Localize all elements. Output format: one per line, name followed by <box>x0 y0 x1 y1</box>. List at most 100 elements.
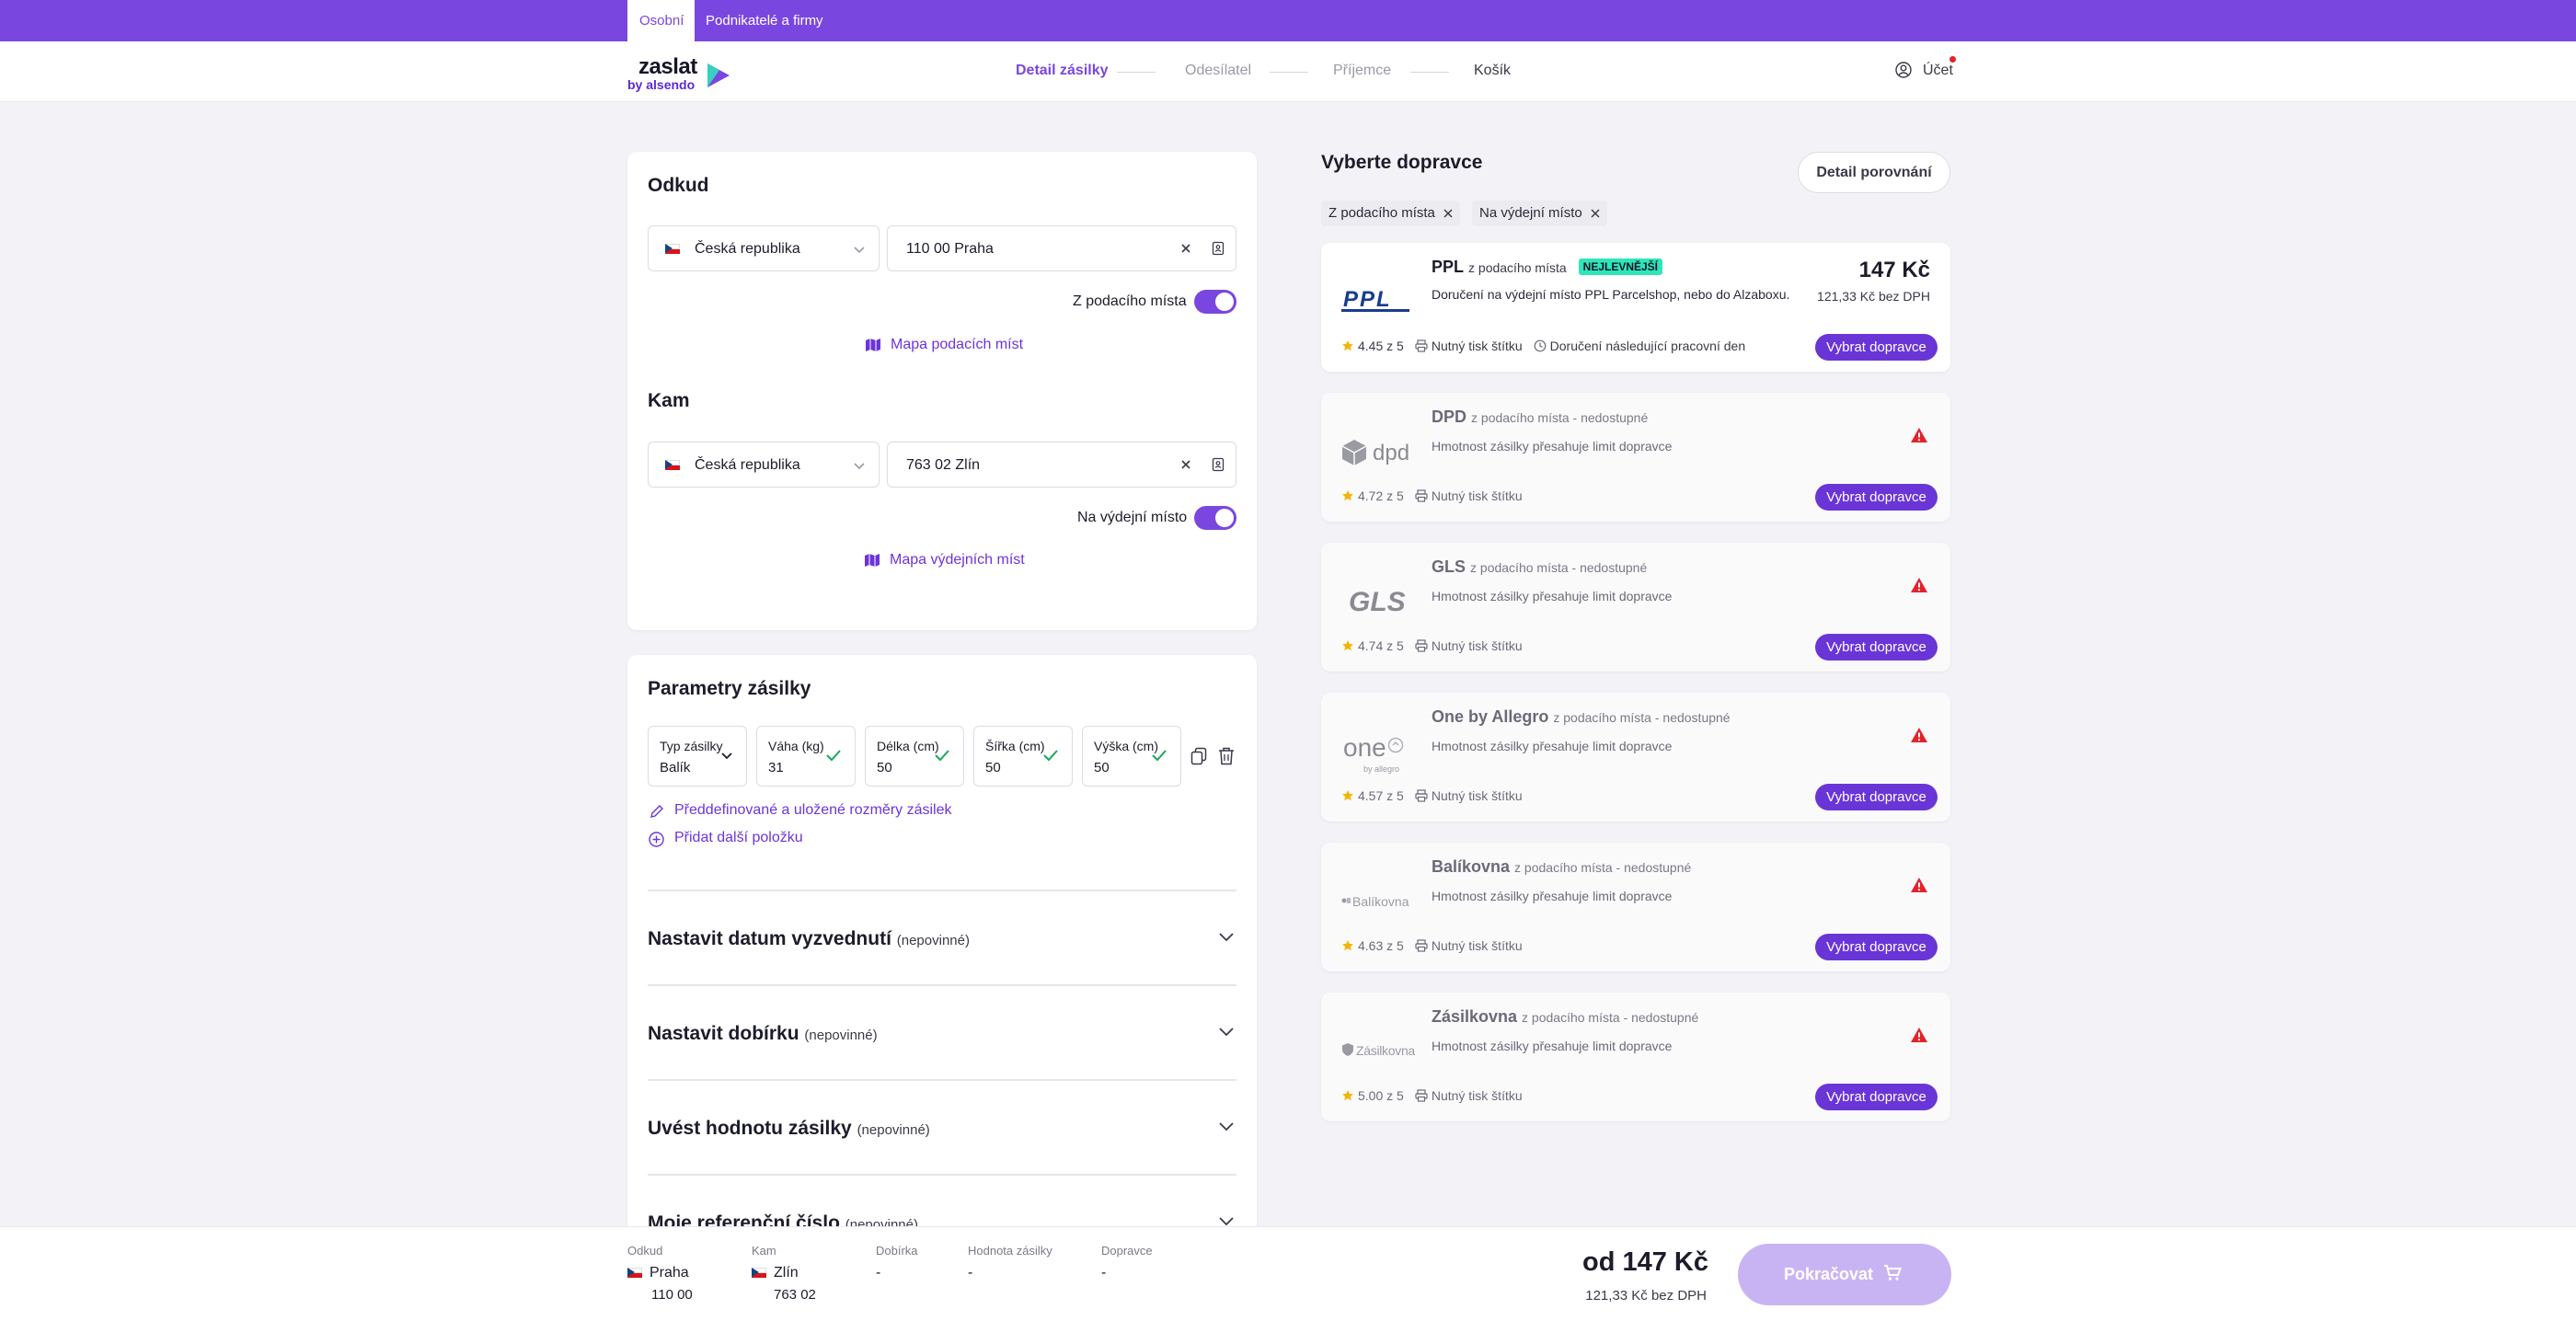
plus-circle-icon <box>649 832 664 847</box>
map-icon <box>866 339 880 351</box>
carrier-name: Balíkovna <box>1432 857 1511 876</box>
summary-carrier-label: Dopravce <box>1101 1244 1153 1258</box>
check-icon <box>826 750 841 762</box>
summary-carrier: Dopravce - <box>1101 1244 1153 1281</box>
logo[interactable]: zaslat by alsendo <box>627 54 738 92</box>
filter-chip-pickup[interactable]: Na výdejní místo <box>1472 201 1607 226</box>
predefined-sizes-link[interactable]: Předdefinované a uložené rozměry zásilek <box>648 801 960 821</box>
carrier-sub: z podacího místa <box>1468 260 1567 275</box>
to-pickup-label: Na výdejní místo <box>1077 510 1188 525</box>
to-map-link-label: Mapa výdejních míst <box>890 552 1025 568</box>
select-carrier-button[interactable]: Vybrat dopravce <box>1815 634 1938 660</box>
carrier-card-zasilkovna[interactable]: Zásilkovna Zásilkovna z podacího místa - … <box>1321 993 1950 1121</box>
route-card: Odkud Česká republika 110 00 Praha Z pod… <box>627 152 1257 630</box>
clear-icon[interactable] <box>1180 243 1191 254</box>
step-sender[interactable]: Odesílatel <box>1185 63 1251 79</box>
step-recipient[interactable]: Příjemce <box>1333 63 1391 79</box>
summary-to-city: Zlín <box>774 1265 799 1281</box>
from-country-select[interactable]: Česká republika <box>648 225 880 271</box>
allegro-logo: one by allegro <box>1340 724 1413 779</box>
to-address-input[interactable]: 763 02 Zlín <box>887 442 1236 488</box>
carrier-rating: 4.63 z 5 <box>1358 938 1404 953</box>
logo-play-icon <box>707 63 730 87</box>
select-carrier-button[interactable]: Vybrat dopravce <box>1815 784 1938 810</box>
from-address-input[interactable]: 110 00 Praha <box>887 225 1236 271</box>
dpd-logo-text: dpd <box>1373 441 1410 465</box>
accordion-value[interactable]: Uvést hodnotu zásilky (nepovinné) <box>648 1079 1236 1173</box>
printer-icon <box>1415 639 1428 652</box>
gls-logo: GLS <box>1340 574 1413 629</box>
carriers-title: Vyberte dopravce <box>1321 152 1483 173</box>
carrier-rating: 4.72 z 5 <box>1358 488 1404 503</box>
height-value: 50 <box>1094 760 1110 775</box>
accordion-note: (nepovinné) <box>857 1122 930 1138</box>
carrier-rating: 5.00 z 5 <box>1358 1088 1404 1103</box>
accordion-pickup-date[interactable]: Nastavit datum vyzvednutí (nepovinné) <box>648 890 1236 983</box>
length-value: 50 <box>877 760 892 775</box>
star-icon <box>1342 940 1353 951</box>
logo-word: zaslat <box>638 54 697 79</box>
step-divider <box>1270 72 1308 73</box>
carrier-sub: z podacího místa - nedostupné <box>1522 1010 1699 1025</box>
allegro-logo-text: one <box>1343 733 1386 762</box>
trash-icon[interactable] <box>1218 747 1235 765</box>
accordion-cod[interactable]: Nastavit dobírku (nepovinné) <box>648 984 1236 1078</box>
accordion-reference[interactable]: Moje referenční číslo (nepovinné) <box>648 1174 1236 1226</box>
to-country-select[interactable]: Česká republika <box>648 442 880 488</box>
carrier-card-dpd[interactable]: dpd DPD z podacího místa - nedostupné Hmo… <box>1321 393 1950 522</box>
width-input[interactable]: Šířka (cm) 50 <box>973 726 1073 787</box>
check-icon <box>1043 750 1058 762</box>
address-book-icon[interactable] <box>1212 457 1225 472</box>
carrier-desc: Hmotnost zásilky přesahuje limit dopravc… <box>1432 1039 1673 1053</box>
continue-button[interactable]: Pokračovat <box>1738 1244 1951 1305</box>
address-book-icon[interactable] <box>1212 241 1225 256</box>
compare-button[interactable]: Detail porovnání <box>1798 152 1950 193</box>
filter-label: Z podacího místa <box>1328 205 1435 221</box>
warning-icon <box>1911 428 1927 442</box>
select-carrier-button[interactable]: Vybrat dopravce <box>1815 334 1938 361</box>
from-dropoff-toggle[interactable] <box>1194 290 1236 314</box>
tab-personal[interactable]: Osobní <box>627 0 695 41</box>
close-icon[interactable] <box>1443 209 1453 218</box>
to-title: Kam <box>648 390 690 411</box>
close-icon[interactable] <box>1591 209 1600 218</box>
top-bar: Osobní Podnikatelé a firmy <box>0 0 2576 41</box>
pencil-icon <box>650 805 663 818</box>
czech-flag-icon <box>752 1268 766 1278</box>
height-input[interactable]: Výška (cm) 50 <box>1082 726 1181 787</box>
length-input[interactable]: Délka (cm) 50 <box>865 726 964 787</box>
carrier-card-balikovna[interactable]: Balíkovna Balíkovna z podacího místa - ne… <box>1321 843 1950 971</box>
type-select[interactable]: Typ zásilky Balík <box>648 726 747 787</box>
weight-input[interactable]: Váha (kg) 31 <box>756 726 856 787</box>
carrier-print: Nutný tisk štítku <box>1431 638 1523 653</box>
summary-value-label: Hodnota zásilky <box>968 1244 1052 1258</box>
carrier-card-ppl[interactable]: PPL PPL z podacího místa NEJLEVNĚJŠÍ Doru… <box>1321 243 1950 372</box>
filter-chip-dropoff[interactable]: Z podacího místa <box>1321 201 1460 226</box>
predefined-sizes-label: Předdefinované a uložené rozměry zásilek <box>674 802 952 818</box>
total-price-sub: 121,33 Kč bez DPH <box>1585 1288 1707 1304</box>
step-detail[interactable]: Detail zásilky <box>1016 63 1109 79</box>
select-carrier-button[interactable]: Vybrat dopravce <box>1815 934 1938 960</box>
to-pickup-toggle[interactable] <box>1194 506 1236 530</box>
summary-from-label: Odkud <box>627 1244 663 1258</box>
step-cart[interactable]: Košík <box>1474 63 1511 79</box>
gls-logo-text: GLS <box>1349 587 1406 617</box>
continue-label: Pokračovat <box>1784 1265 1874 1283</box>
step-divider <box>1410 72 1449 73</box>
weight-value: 31 <box>768 760 784 775</box>
add-item-link[interactable]: Přidat další položku <box>648 829 832 849</box>
type-label: Typ zásilky <box>660 739 723 753</box>
czech-flag-icon <box>665 460 680 470</box>
summary-footer: Odkud Praha 110 00 Kam Zlín 763 02 Dobír… <box>0 1226 2576 1321</box>
clear-icon[interactable] <box>1180 459 1191 470</box>
tab-business[interactable]: Podnikatelé a firmy <box>706 0 823 41</box>
select-carrier-button[interactable]: Vybrat dopravce <box>1815 484 1938 511</box>
carrier-card-allegro[interactable]: one by allegro One by Allegro z podacího … <box>1321 693 1950 821</box>
chevron-down-icon <box>1219 933 1234 942</box>
printer-icon <box>1415 789 1428 802</box>
copy-icon[interactable] <box>1190 747 1207 765</box>
chevron-down-icon <box>854 247 865 254</box>
carrier-card-gls[interactable]: GLS GLS z podacího místa - nedostupné Hmo… <box>1321 543 1950 672</box>
select-carrier-button[interactable]: Vybrat dopravce <box>1815 1084 1938 1110</box>
carrier-sub: z podacího místa - nedostupné <box>1470 560 1648 575</box>
